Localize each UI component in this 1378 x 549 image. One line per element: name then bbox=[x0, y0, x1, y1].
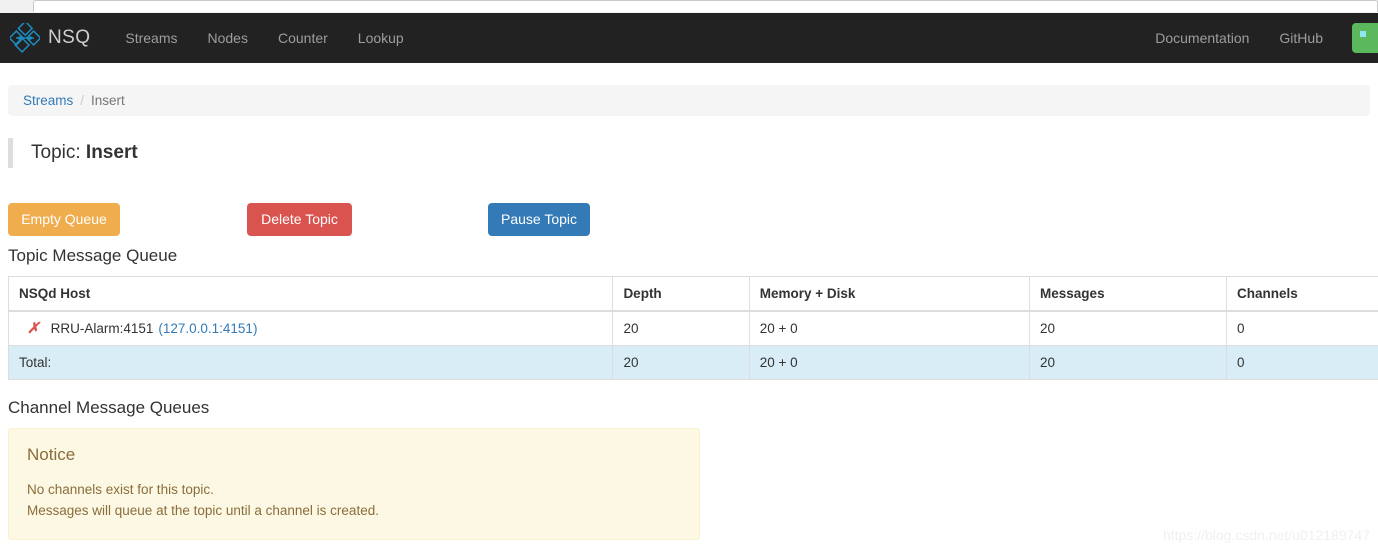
topic-queue-section-title: Topic Message Queue bbox=[8, 246, 178, 265]
delete-topic-button[interactable]: Delete Topic bbox=[247, 203, 352, 236]
column-header-channels: Channels bbox=[1226, 276, 1378, 312]
nav-link-counter[interactable]: Counter bbox=[263, 13, 343, 63]
x-mark-icon[interactable]: ✗ bbox=[27, 321, 40, 336]
cell-total-label: Total: bbox=[7, 345, 614, 380]
breadcrumb: Streams / Insert bbox=[8, 85, 1370, 116]
topic-message-queue-table: NSQd Host Depth Memory + Disk Messages C… bbox=[7, 276, 1378, 380]
connection-status-badge[interactable] bbox=[1352, 23, 1378, 53]
cell-messages: 20 bbox=[1029, 311, 1227, 346]
column-header-memory-disk: Memory + Disk bbox=[749, 276, 1031, 312]
nav-link-lookup[interactable]: Lookup bbox=[343, 13, 419, 63]
page-heading-block: Topic: Insert bbox=[8, 138, 708, 168]
page-title: Topic: Insert bbox=[31, 138, 708, 168]
table-row: ✗ RRU-Alarm:4151 (127.0.0.1:4151) 20 20 … bbox=[7, 311, 1378, 346]
nav-link-nodes[interactable]: Nodes bbox=[193, 13, 263, 63]
nsq-diamond-logo-icon bbox=[10, 23, 40, 53]
empty-queue-button[interactable]: Empty Queue bbox=[8, 203, 120, 236]
nav-link-streams[interactable]: Streams bbox=[110, 13, 192, 63]
page-title-value: Insert bbox=[85, 142, 138, 163]
breadcrumb-separator: / bbox=[80, 93, 85, 108]
notice-line-2: Messages will queue at the topic until a… bbox=[27, 503, 379, 518]
cell-memory-disk: 20 + 0 bbox=[749, 311, 1031, 346]
cell-total-messages: 20 bbox=[1029, 345, 1227, 380]
no-channels-notice-panel: Notice No channels exist for this topic.… bbox=[8, 428, 700, 540]
navbar-right-links: Documentation GitHub bbox=[1140, 13, 1378, 63]
table-body: ✗ RRU-Alarm:4151 (127.0.0.1:4151) 20 20 … bbox=[7, 311, 1378, 380]
brand-link[interactable]: NSQ bbox=[0, 13, 104, 63]
brand-text: NSQ bbox=[48, 27, 91, 48]
column-header-messages: Messages bbox=[1029, 276, 1227, 312]
nav-link-documentation[interactable]: Documentation bbox=[1140, 13, 1264, 63]
pause-topic-button[interactable]: Pause Topic bbox=[488, 203, 590, 236]
top-navbar: NSQ Streams Nodes Counter Lookup Documen… bbox=[0, 13, 1378, 63]
cell-depth: 20 bbox=[612, 311, 750, 346]
table-head: NSQd Host Depth Memory + Disk Messages C… bbox=[7, 276, 1378, 312]
cell-channels: 0 bbox=[1226, 311, 1378, 346]
notice-line-1: No channels exist for this topic. bbox=[27, 482, 214, 497]
table-header-row: NSQd Host Depth Memory + Disk Messages C… bbox=[7, 276, 1378, 312]
cell-total-depth: 20 bbox=[612, 345, 750, 380]
nav-link-github[interactable]: GitHub bbox=[1264, 13, 1338, 63]
table-total-row: Total: 20 20 + 0 20 0 bbox=[7, 345, 1378, 380]
breadcrumb-current: Insert bbox=[91, 93, 125, 108]
notice-heading: Notice bbox=[27, 445, 76, 464]
browser-url-bar[interactable] bbox=[33, 0, 1378, 12]
page-title-prefix: Topic: bbox=[31, 142, 81, 163]
breadcrumb-link-streams[interactable]: Streams bbox=[23, 93, 73, 108]
navbar-links: Streams Nodes Counter Lookup bbox=[110, 13, 418, 63]
browser-chrome-strip bbox=[0, 0, 1378, 13]
cell-total-channels: 0 bbox=[1226, 345, 1378, 380]
watermark: https://blog.csdn.net/u012189747 bbox=[1162, 527, 1370, 543]
host-address-link[interactable]: (127.0.0.1:4151) bbox=[158, 321, 257, 336]
channel-queues-section-title: Channel Message Queues bbox=[8, 398, 210, 417]
cell-total-memory-disk: 20 + 0 bbox=[749, 345, 1031, 380]
host-name: RRU-Alarm:4151 bbox=[50, 321, 154, 336]
column-header-nsqd-host: NSQd Host bbox=[7, 276, 614, 312]
host-cell-wrapper: ✗ RRU-Alarm:4151 (127.0.0.1:4151) bbox=[19, 321, 602, 336]
cell-nsqd-host: ✗ RRU-Alarm:4151 (127.0.0.1:4151) bbox=[7, 311, 614, 346]
column-header-depth: Depth bbox=[612, 276, 750, 312]
